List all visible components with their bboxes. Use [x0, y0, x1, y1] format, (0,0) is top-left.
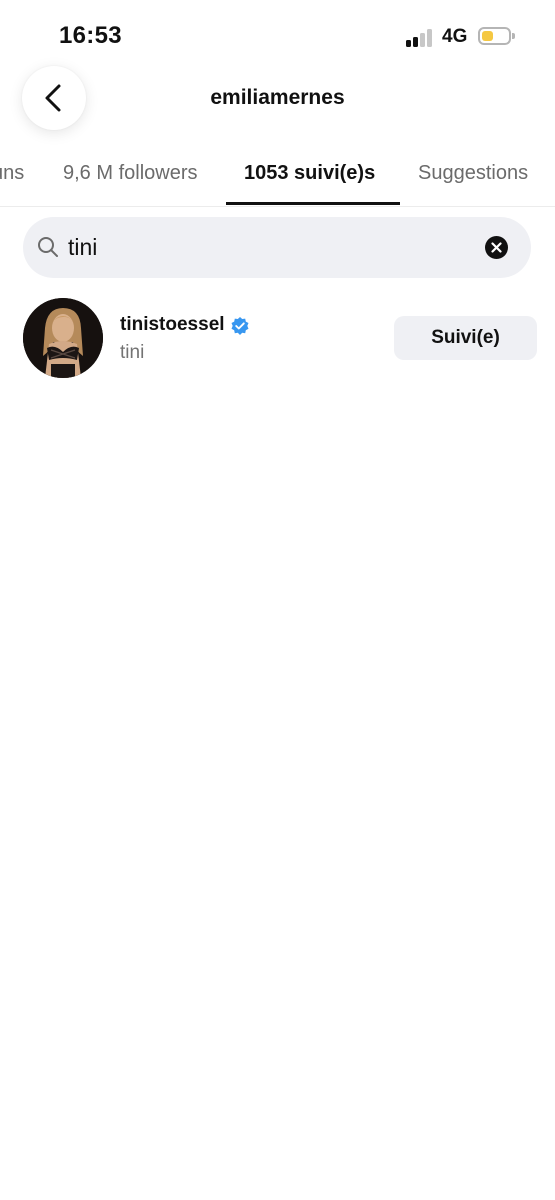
- battery-icon: [478, 27, 515, 45]
- tab-suggestions[interactable]: Suggestions: [418, 162, 528, 185]
- tab-mutuals[interactable]: uns: [0, 162, 24, 185]
- verified-badge-icon: [231, 316, 249, 335]
- search-bar[interactable]: [23, 217, 531, 278]
- username-row: tinistoessel: [120, 314, 250, 336]
- status-time: 16:53: [59, 22, 122, 49]
- tab-following[interactable]: 1053 suivi(e)s: [244, 162, 375, 185]
- clear-icon: [491, 242, 502, 253]
- avatar[interactable]: [23, 298, 103, 378]
- list-item[interactable]: tinistoessel tini Suivi(e): [0, 296, 555, 380]
- tab-followers[interactable]: 9,6 M followers: [63, 162, 198, 185]
- network-label: 4G: [442, 26, 468, 47]
- clear-search-button[interactable]: [485, 236, 508, 259]
- header: emiliamernes: [0, 66, 555, 132]
- page-title: emiliamernes: [210, 86, 345, 109]
- search-icon: [38, 237, 58, 257]
- active-tab-indicator: [226, 202, 400, 205]
- status-bar: 16:53 4G: [0, 0, 555, 70]
- tab-bar: uns 9,6 M followers 1053 suivi(e)s Sugge…: [0, 142, 555, 207]
- signal-icon: [406, 29, 434, 47]
- search-input[interactable]: [68, 227, 468, 267]
- following-button[interactable]: Suivi(e): [394, 316, 537, 360]
- username[interactable]: tinistoessel: [120, 314, 225, 336]
- full-name: tini: [120, 342, 145, 363]
